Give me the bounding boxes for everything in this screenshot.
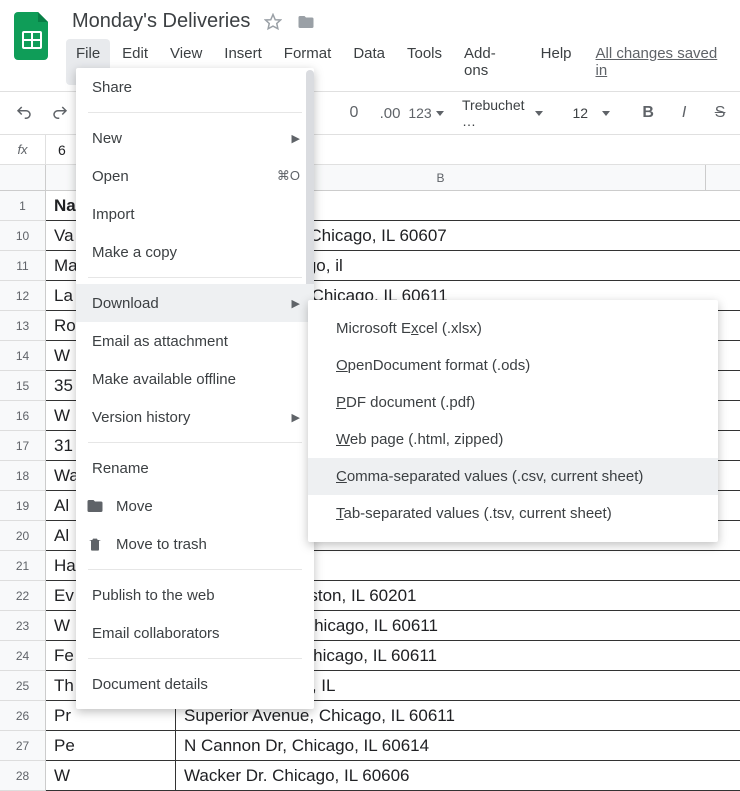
cell[interactable]: W [46, 761, 176, 790]
fx-label: fx [0, 135, 46, 164]
file-open-label: Open [92, 168, 129, 185]
file-menu-dropdown: Share New ▶ Open ⌘O Import Make a copy D… [76, 68, 314, 709]
decimal-increase[interactable]: 0 [340, 99, 368, 127]
row-header[interactable]: 26 [0, 701, 45, 731]
redo-button[interactable] [46, 99, 74, 127]
caret-down-icon [436, 111, 444, 116]
menu-tools[interactable]: Tools [397, 39, 452, 85]
row-header[interactable]: 16 [0, 401, 45, 431]
cell[interactable]: N Cannon Dr, Chicago, IL 60614 [176, 731, 706, 760]
row-header[interactable]: 19 [0, 491, 45, 521]
file-make-copy[interactable]: Make a copy [76, 233, 314, 271]
download-xlsx[interactable]: Microsoft Excel (.xlsx) [308, 310, 718, 347]
download-csv[interactable]: Comma-separated values (.csv, current sh… [308, 458, 718, 495]
caret-down-icon [602, 111, 610, 116]
download-tsv[interactable]: Tab-separated values (.tsv, current shee… [308, 495, 718, 532]
file-trash-label: Move to trash [116, 536, 207, 553]
file-open-shortcut: ⌘O [277, 168, 300, 184]
font-size-label: 12 [573, 105, 589, 121]
document-title[interactable]: Monday's Deliveries [72, 8, 250, 35]
row-header[interactable]: 18 [0, 461, 45, 491]
menu-addons[interactable]: Add-ons [454, 39, 529, 85]
file-document-details[interactable]: Document details [76, 665, 314, 703]
strike-button[interactable]: S [706, 99, 734, 127]
formula-value[interactable]: 6 [46, 142, 66, 158]
row-header[interactable]: 1 [0, 191, 45, 221]
row-header[interactable]: 28 [0, 761, 45, 791]
file-publish[interactable]: Publish to the web [76, 576, 314, 614]
font-family-select[interactable]: Trebuchet … [456, 97, 549, 129]
file-offline[interactable]: Make available offline [76, 360, 314, 398]
undo-button[interactable] [10, 99, 38, 127]
table-row: WWacker Dr. Chicago, IL 60606 [46, 761, 740, 791]
decimal-decrease[interactable]: .00 [376, 99, 404, 127]
format-more-label: 123 [408, 105, 431, 121]
row-header[interactable]: 15 [0, 371, 45, 401]
download-web[interactable]: Web page (.html, zipped) [308, 421, 718, 458]
file-version-label: Version history [92, 409, 190, 426]
cell[interactable]: Pe [46, 731, 176, 760]
select-all-corner[interactable] [0, 165, 45, 191]
folder-icon [84, 497, 106, 515]
file-rename[interactable]: Rename [76, 449, 314, 487]
row-header[interactable]: 13 [0, 311, 45, 341]
file-move[interactable]: Move [76, 487, 314, 525]
file-email-collaborators[interactable]: Email collaborators [76, 614, 314, 652]
sheets-logo-icon [14, 12, 50, 60]
submenu-arrow-icon: ▶ [292, 132, 300, 145]
row-header[interactable]: 12 [0, 281, 45, 311]
file-email-attachment[interactable]: Email as attachment [76, 322, 314, 360]
menu-data[interactable]: Data [343, 39, 395, 85]
file-new[interactable]: New ▶ [76, 119, 314, 157]
row-header[interactable]: 20 [0, 521, 45, 551]
submenu-arrow-icon: ▶ [292, 411, 300, 424]
file-trash[interactable]: Move to trash [76, 525, 314, 563]
submenu-arrow-icon: ▶ [292, 297, 300, 310]
download-submenu: Microsoft Excel (.xlsx) OpenDocument for… [308, 300, 718, 542]
file-download-label: Download [92, 295, 159, 312]
row-header[interactable]: 27 [0, 731, 45, 761]
caret-down-icon [535, 111, 543, 116]
format-more[interactable]: 123 [412, 99, 440, 127]
row-headers: 110111213141516171819202122232425262728 [0, 165, 46, 791]
file-version-history[interactable]: Version history ▶ [76, 398, 314, 436]
trash-icon [84, 535, 106, 553]
file-open[interactable]: Open ⌘O [76, 157, 314, 195]
row-header[interactable]: 23 [0, 611, 45, 641]
file-download[interactable]: Download ▶ [76, 284, 314, 322]
row-header[interactable]: 25 [0, 671, 45, 701]
cell[interactable]: Wacker Dr. Chicago, IL 60606 [176, 761, 706, 790]
row-header[interactable]: 21 [0, 551, 45, 581]
download-pdf[interactable]: PDF document (.pdf) [308, 384, 718, 421]
row-header[interactable]: 14 [0, 341, 45, 371]
row-header[interactable]: 10 [0, 221, 45, 251]
row-header[interactable]: 24 [0, 641, 45, 671]
save-status[interactable]: All changes saved in [596, 39, 731, 85]
row-header[interactable]: 17 [0, 431, 45, 461]
file-move-label: Move [116, 498, 153, 515]
row-header[interactable]: 11 [0, 251, 45, 281]
italic-button[interactable]: I [670, 99, 698, 127]
file-import[interactable]: Import [76, 195, 314, 233]
folder-icon[interactable] [296, 13, 316, 31]
file-new-label: New [92, 130, 122, 147]
row-header[interactable]: 22 [0, 581, 45, 611]
bold-button[interactable]: B [634, 99, 662, 127]
table-row: PeN Cannon Dr, Chicago, IL 60614 [46, 731, 740, 761]
star-icon[interactable] [264, 13, 282, 31]
font-size-select[interactable]: 12 [565, 105, 619, 121]
file-share[interactable]: Share [76, 68, 314, 106]
download-ods[interactable]: OpenDocument format (.ods) [308, 347, 718, 384]
menu-help[interactable]: Help [531, 39, 582, 85]
font-family-label: Trebuchet … [462, 97, 525, 129]
